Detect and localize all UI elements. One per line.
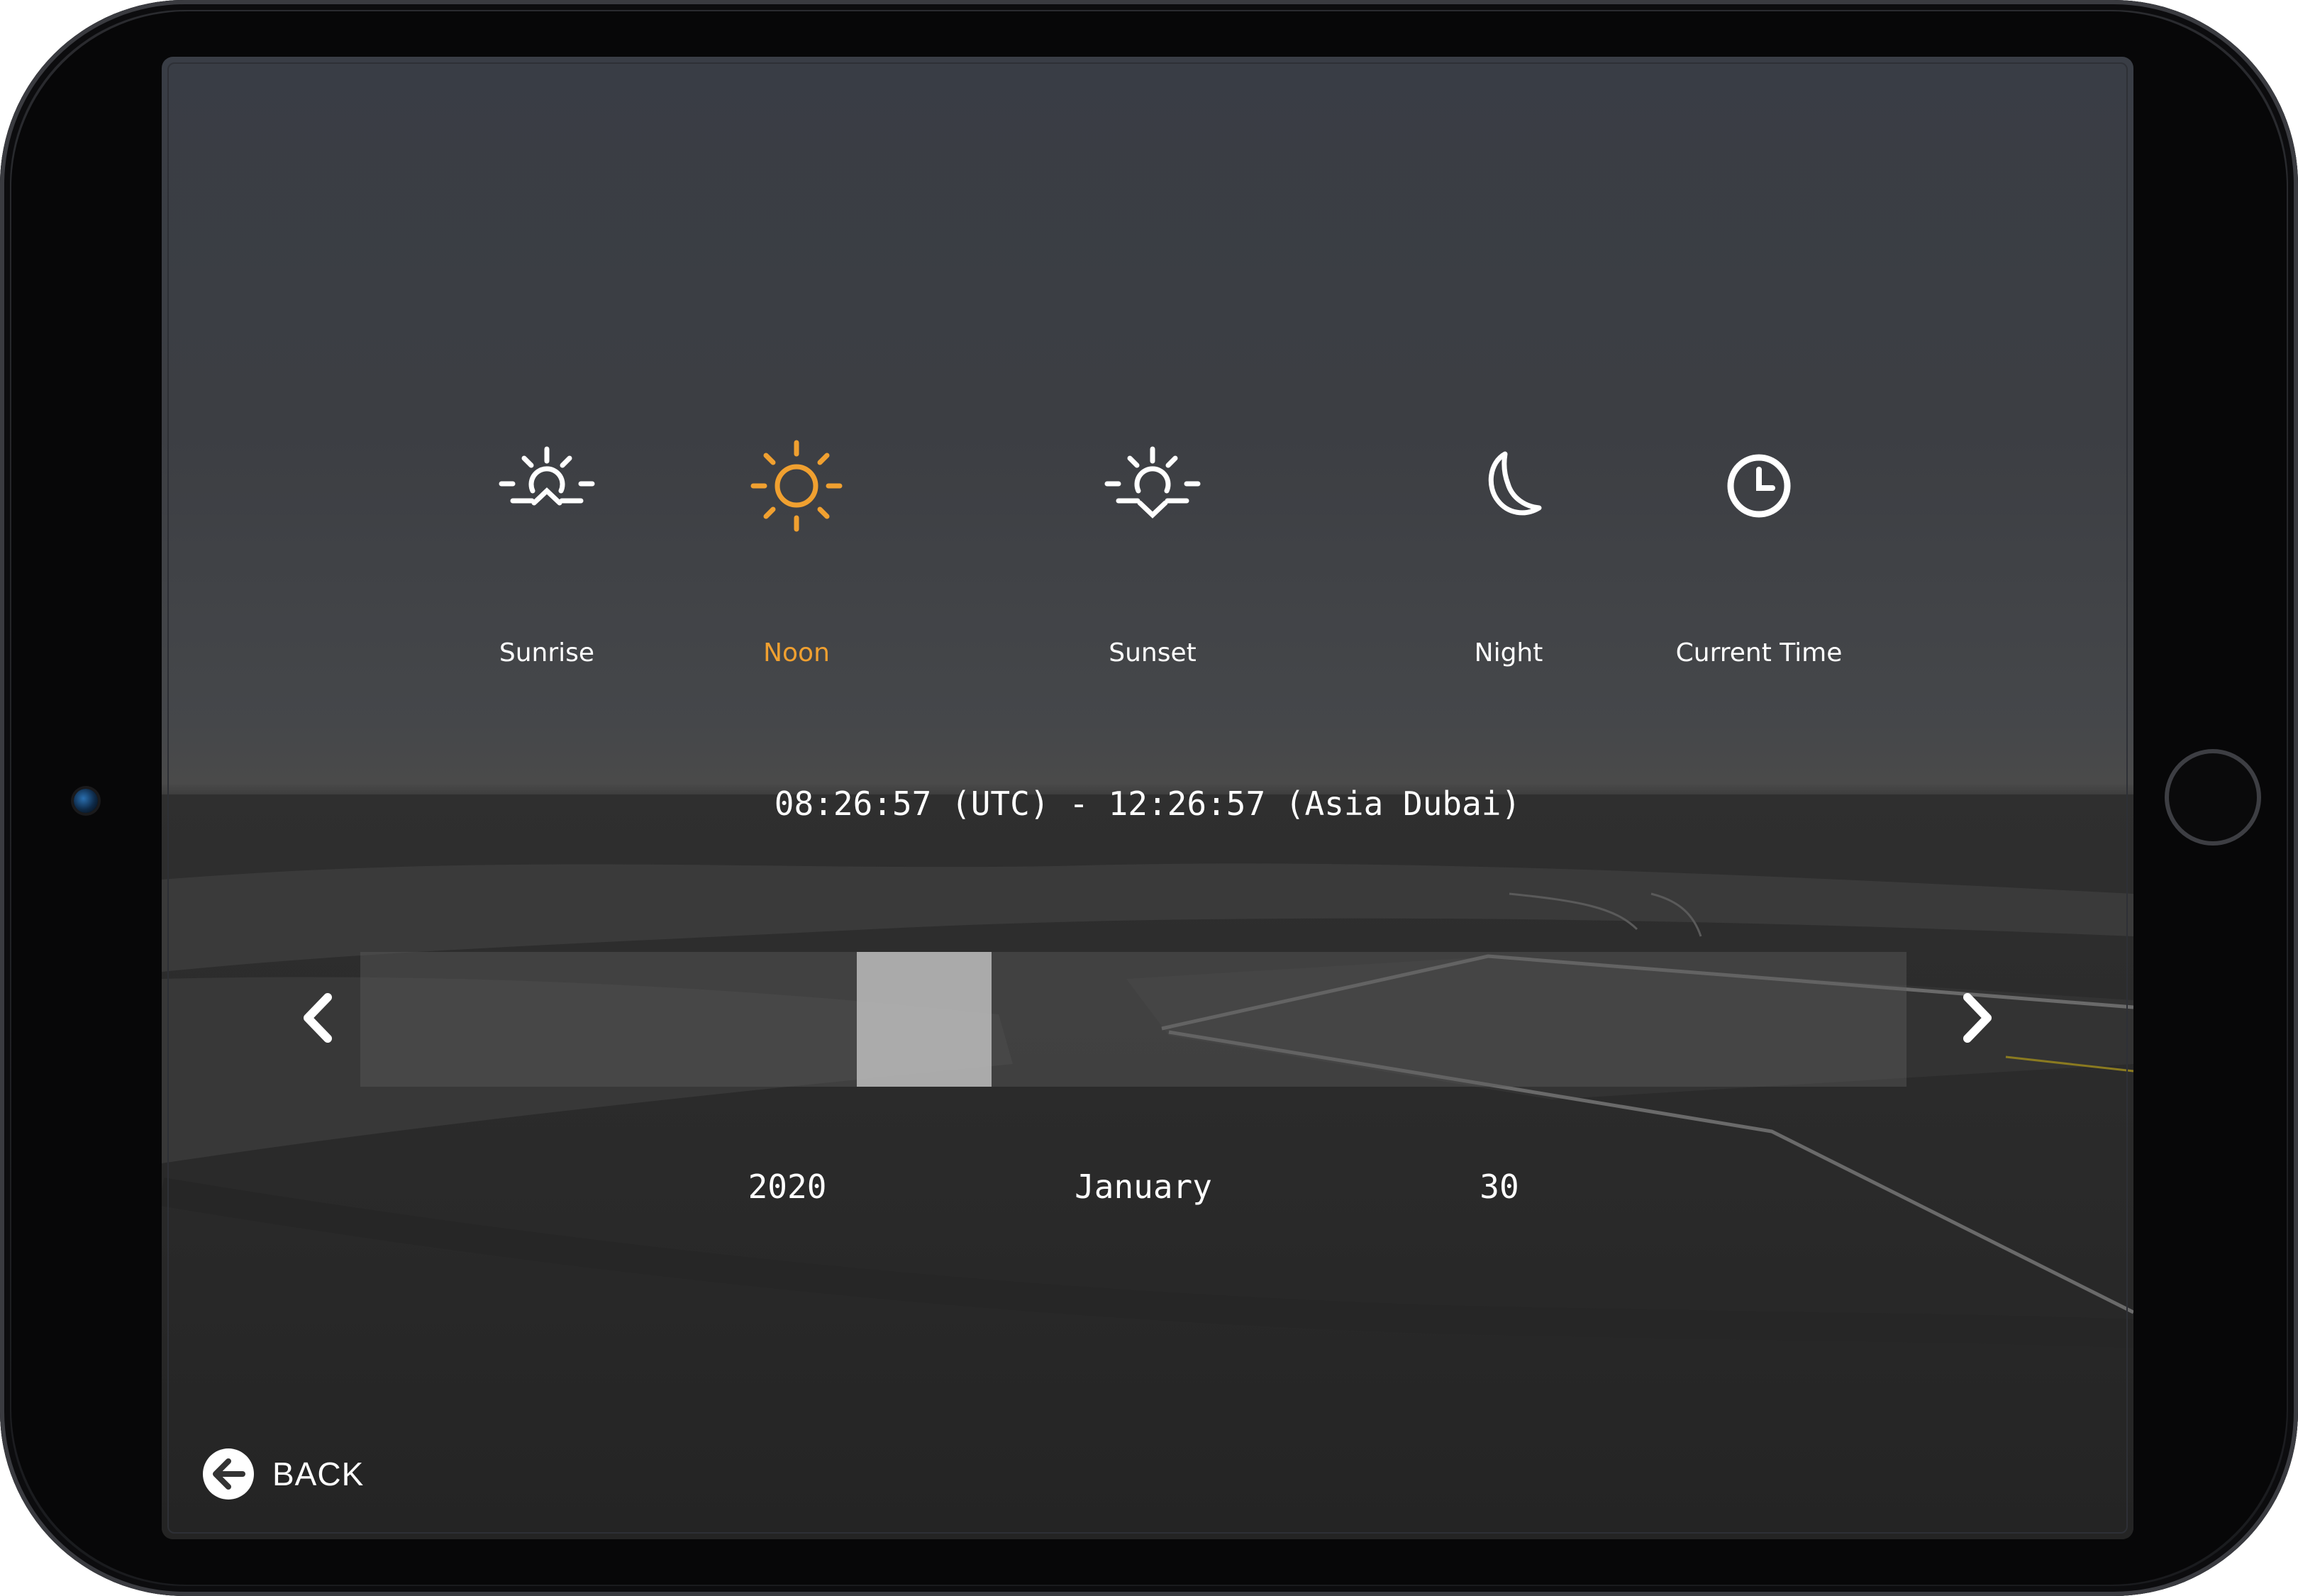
sunset-icon: [1104, 446, 1201, 519]
date-day[interactable]: 30: [1358, 1168, 1641, 1206]
moon-icon: [1488, 451, 1542, 516]
tod-label-sunrise: Sunrise: [499, 638, 595, 667]
app-screen: Sunrise Noon Sunset Night Current Time 0…: [162, 57, 2133, 1539]
tod-option-sunrise[interactable]: Sunrise: [440, 433, 653, 667]
date-slider-thumb[interactable]: [857, 952, 992, 1087]
chevron-left-icon[interactable]: [279, 979, 357, 1057]
date-month[interactable]: January: [1001, 1168, 1285, 1206]
tod-label-night: Night: [1474, 638, 1543, 667]
tod-label-sunset: Sunset: [1109, 638, 1197, 667]
tod-label-noon: Noon: [763, 638, 830, 667]
back-arrow-icon: [203, 1448, 254, 1500]
tod-option-current-time[interactable]: Current Time: [1653, 433, 1865, 667]
tod-label-current-time: Current Time: [1675, 638, 1843, 667]
clock-icon: [1727, 454, 1791, 518]
tablet-frame: Sunrise Noon Sunset Night Current Time 0…: [0, 0, 2298, 1596]
date-year[interactable]: 2020: [645, 1168, 929, 1206]
tod-option-sunset[interactable]: Sunset: [1046, 433, 1259, 667]
front-camera: [74, 789, 98, 813]
tod-option-noon[interactable]: Noon: [690, 433, 903, 667]
home-button[interactable]: [2165, 749, 2261, 846]
sunrise-icon: [499, 446, 595, 506]
sun-icon: [750, 440, 843, 532]
tod-option-night[interactable]: Night: [1402, 433, 1615, 667]
back-label: BACK: [272, 1456, 365, 1492]
back-button[interactable]: BACK: [201, 1446, 364, 1502]
chevron-right-icon[interactable]: [1938, 979, 2016, 1057]
time-readout: 08:26:57 (UTC) - 12:26:57 (Asia Dubai): [774, 785, 1521, 823]
date-slider-track[interactable]: [360, 952, 1906, 1087]
